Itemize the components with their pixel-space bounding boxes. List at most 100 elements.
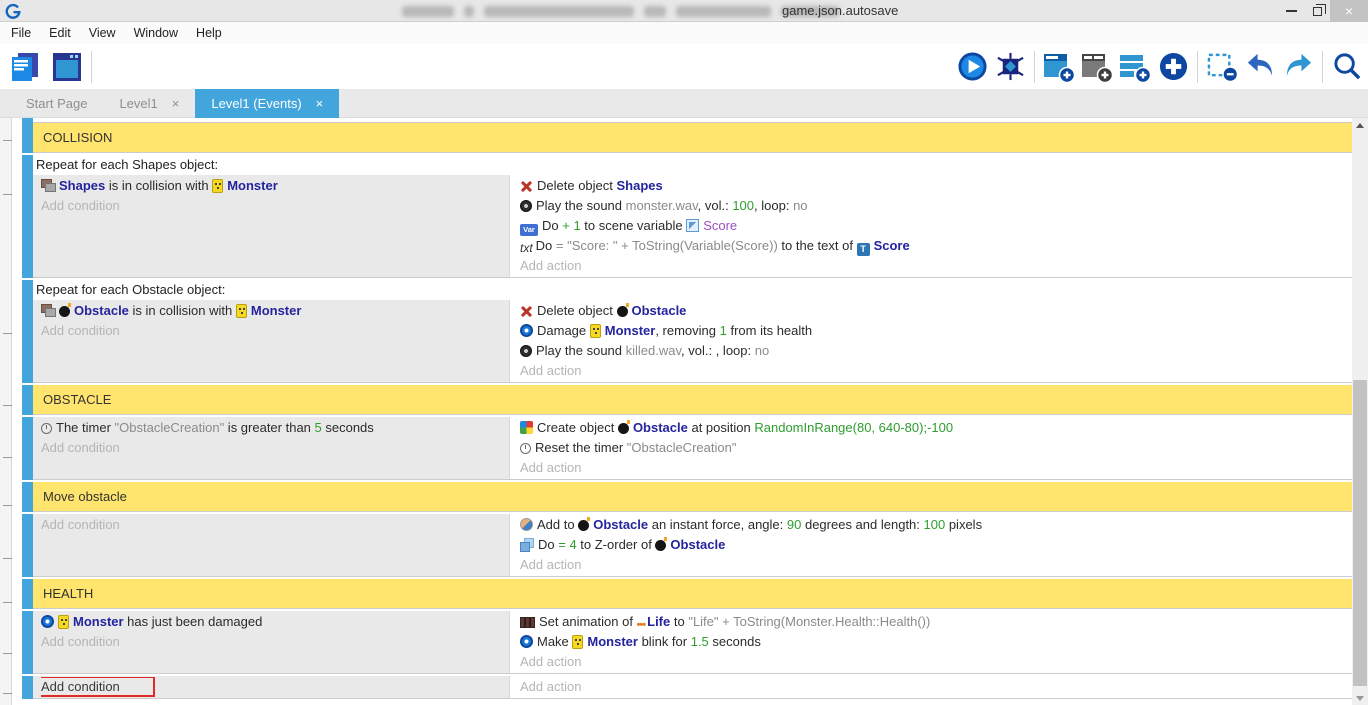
tab-close-icon[interactable]: × bbox=[172, 96, 180, 111]
add-subevent-icon[interactable] bbox=[1080, 49, 1114, 85]
search-icon[interactable] bbox=[1330, 49, 1364, 85]
conditions-column: Monster has just been damagedAdd conditi… bbox=[33, 611, 509, 673]
action-line[interactable]: Add to Obstacle an instant force, angle:… bbox=[520, 515, 1352, 535]
action-line[interactable]: Add action bbox=[520, 256, 1352, 276]
event-block: Repeat for each Shapes object:Shapes is … bbox=[33, 155, 1352, 278]
remove-selection-icon[interactable] bbox=[1205, 49, 1239, 85]
action-line[interactable]: Play the sound monster.wav, vol.: 100, l… bbox=[520, 196, 1352, 216]
menu-item-edit[interactable]: Edit bbox=[40, 22, 80, 44]
tab-bar: Start PageLevel1×Level1 (Events)× bbox=[0, 89, 1368, 118]
conditions-column: Shapes is in collision with MonsterAdd c… bbox=[33, 175, 509, 277]
health-icon bbox=[41, 615, 54, 628]
event-selection-bar[interactable] bbox=[22, 385, 33, 415]
action-line[interactable]: Damage Monster, removing 1 from its heal… bbox=[520, 321, 1352, 341]
menu-item-view[interactable]: View bbox=[80, 22, 125, 44]
scene-editor-icon[interactable] bbox=[50, 49, 84, 85]
event-selection-bar[interactable] bbox=[22, 611, 33, 674]
action-line[interactable]: Add action bbox=[520, 555, 1352, 575]
repeat-event-header[interactable]: Repeat for each Shapes object: bbox=[33, 155, 1352, 175]
tab-start-page[interactable]: Start Page bbox=[10, 89, 103, 117]
action-line[interactable]: Set animation of •••Life to "Life" + ToS… bbox=[520, 612, 1352, 632]
project-manager-icon[interactable] bbox=[8, 49, 42, 85]
menu-item-help[interactable]: Help bbox=[187, 22, 231, 44]
text-segment: is in collision with bbox=[105, 178, 212, 193]
conditions-column: The timer "ObstacleCreation" is greater … bbox=[33, 417, 509, 479]
condition-line[interactable]: Add condition bbox=[41, 321, 509, 341]
event-block: Add condition Add action bbox=[33, 676, 1352, 699]
condition-line[interactable]: Add condition bbox=[41, 515, 509, 535]
minimize-button[interactable] bbox=[1278, 0, 1304, 22]
text-segment: Add to bbox=[537, 517, 578, 532]
menu-item-window[interactable]: Window bbox=[125, 22, 187, 44]
monster-icon bbox=[236, 304, 247, 318]
event-selection-bar[interactable] bbox=[22, 482, 33, 512]
condition-line[interactable]: Shapes is in collision with Monster bbox=[41, 176, 509, 196]
action-line[interactable]: VarDo + 1 to scene variable Score bbox=[520, 216, 1352, 236]
actions-column: Set animation of •••Life to "Life" + ToS… bbox=[509, 611, 1352, 673]
event-selection-bar[interactable] bbox=[22, 676, 33, 699]
action-line[interactable]: Create object Obstacle at position Rando… bbox=[520, 418, 1352, 438]
action-line[interactable]: Add action bbox=[520, 652, 1352, 672]
condition-line[interactable]: The timer "ObstacleCreation" is greater … bbox=[41, 418, 509, 438]
debug-icon[interactable] bbox=[993, 49, 1027, 85]
text-segment: Create object bbox=[537, 420, 618, 435]
text-segment: Monster bbox=[73, 614, 124, 629]
text-segment: Shapes bbox=[617, 178, 663, 193]
text-segment: to the text of bbox=[778, 238, 857, 253]
tab-close-icon[interactable]: × bbox=[316, 96, 324, 111]
add-event-icon[interactable] bbox=[1042, 49, 1076, 85]
gutter-tick bbox=[3, 505, 12, 506]
undo-icon[interactable] bbox=[1243, 49, 1277, 85]
text-segment: to bbox=[670, 614, 688, 629]
action-line[interactable]: Delete object Shapes bbox=[520, 176, 1352, 196]
gutter-tick bbox=[3, 333, 12, 334]
timer-icon bbox=[520, 443, 531, 454]
scrollbar-up-arrow[interactable] bbox=[1356, 123, 1364, 128]
action-line[interactable]: Add action bbox=[520, 677, 1352, 697]
text-segment: Delete object bbox=[537, 303, 617, 318]
action-line[interactable]: Add action bbox=[520, 361, 1352, 381]
action-line[interactable]: Reset the timer "ObstacleCreation" bbox=[520, 438, 1352, 458]
close-button[interactable]: × bbox=[1330, 0, 1368, 22]
event-selection-bar[interactable] bbox=[22, 280, 33, 383]
group-header-move-obstacle[interactable]: Move obstacle bbox=[33, 482, 1352, 512]
text-segment: Obstacle bbox=[593, 517, 648, 532]
scrollbar-thumb[interactable] bbox=[1353, 380, 1367, 686]
text-segment: RandomInRange(80, 640-80);-100 bbox=[754, 420, 953, 435]
action-line[interactable]: Delete object Obstacle bbox=[520, 301, 1352, 321]
condition-line[interactable]: Add condition bbox=[41, 677, 509, 697]
condition-line[interactable]: Add condition bbox=[41, 632, 509, 652]
text-segment: 100 bbox=[924, 517, 946, 532]
condition-line[interactable]: Obstacle is in collision with Monster bbox=[41, 301, 509, 321]
group-header-collision[interactable]: COLLISION bbox=[33, 123, 1352, 153]
restore-button[interactable] bbox=[1304, 0, 1330, 22]
tab-level1-events-[interactable]: Level1 (Events)× bbox=[195, 89, 339, 118]
add-comment-icon[interactable] bbox=[1118, 49, 1152, 85]
add-plus-icon[interactable] bbox=[1156, 49, 1190, 85]
text-segment: The timer bbox=[56, 420, 115, 435]
menu-item-file[interactable]: File bbox=[2, 22, 40, 44]
bomb-icon bbox=[655, 540, 666, 551]
scrollbar-down-arrow[interactable] bbox=[1356, 696, 1364, 701]
action-line[interactable]: Play the sound killed.wav, vol.: , loop:… bbox=[520, 341, 1352, 361]
condition-line[interactable]: Add condition bbox=[41, 196, 509, 216]
action-line[interactable]: Add action bbox=[520, 458, 1352, 478]
condition-line[interactable]: Monster has just been damaged bbox=[41, 612, 509, 632]
event-selection-bar[interactable] bbox=[22, 123, 33, 153]
text-segment: Add action bbox=[520, 557, 581, 572]
group-header-obstacle[interactable]: OBSTACLE bbox=[33, 385, 1352, 415]
redo-icon[interactable] bbox=[1281, 49, 1315, 85]
vertical-scrollbar[interactable] bbox=[1352, 118, 1368, 705]
tab-level1[interactable]: Level1× bbox=[103, 89, 195, 117]
group-header-health[interactable]: HEALTH bbox=[33, 579, 1352, 609]
action-line[interactable]: Make Monster blink for 1.5 seconds bbox=[520, 632, 1352, 652]
condition-line[interactable]: Add condition bbox=[41, 438, 509, 458]
action-line[interactable]: Do = 4 to Z-order of Obstacle bbox=[520, 535, 1352, 555]
event-selection-bar[interactable] bbox=[22, 514, 33, 577]
repeat-event-header[interactable]: Repeat for each Obstacle object: bbox=[33, 280, 1352, 300]
event-selection-bar[interactable] bbox=[22, 417, 33, 480]
play-icon[interactable] bbox=[955, 49, 989, 85]
action-line[interactable]: txtDo = "Score: " + ToString(Variable(Sc… bbox=[520, 236, 1352, 256]
event-selection-bar[interactable] bbox=[22, 579, 33, 609]
event-selection-bar[interactable] bbox=[22, 155, 33, 278]
